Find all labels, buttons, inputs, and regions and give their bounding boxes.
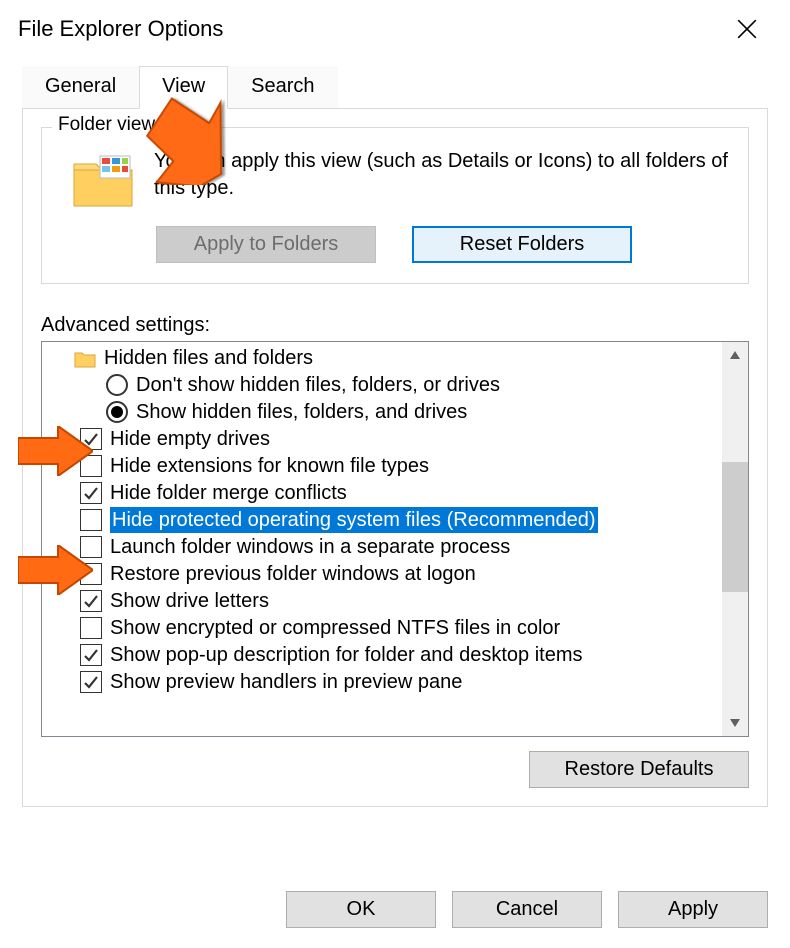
- folder-icon: [72, 154, 136, 210]
- folder-icon: [74, 350, 96, 368]
- tab-strip: General View Search: [0, 58, 790, 109]
- window-title: File Explorer Options: [18, 16, 722, 42]
- option-row[interactable]: Show pop-up description for folder and d…: [48, 641, 722, 668]
- option-row[interactable]: Show encrypted or compressed NTFS files …: [48, 614, 722, 641]
- checkbox-input[interactable]: [80, 509, 102, 531]
- option-row[interactable]: Don't show hidden files, folders, or dri…: [48, 371, 722, 398]
- checkbox-input[interactable]: [80, 617, 102, 639]
- option-row[interactable]: Hide extensions for known file types: [48, 452, 722, 479]
- option-row[interactable]: Hide protected operating system files (R…: [48, 506, 722, 533]
- option-label: Show drive letters: [110, 588, 269, 614]
- option-label: Restore previous folder windows at logon: [110, 561, 476, 587]
- view-panel: Folder views You can apply this view (su…: [22, 108, 768, 807]
- close-icon: [736, 18, 758, 40]
- option-label: Hide extensions for known file types: [110, 453, 429, 479]
- scroll-up-arrow-icon[interactable]: [722, 342, 748, 368]
- option-row[interactable]: Launch folder windows in a separate proc…: [48, 533, 722, 560]
- option-label: Don't show hidden files, folders, or dri…: [136, 372, 500, 398]
- ok-button[interactable]: OK: [286, 891, 436, 928]
- option-label: Hide empty drives: [110, 426, 270, 452]
- option-row[interactable]: Show preview handlers in preview pane: [48, 668, 722, 695]
- apply-to-folders-button: Apply to Folders: [156, 226, 376, 263]
- option-label: Hide protected operating system files (R…: [110, 507, 598, 533]
- option-row[interactable]: Hide folder merge conflicts: [48, 479, 722, 506]
- folder-views-legend: Folder views: [52, 114, 171, 136]
- option-label: Show preview handlers in preview pane: [110, 669, 462, 695]
- option-row[interactable]: Show hidden files, folders, and drives: [48, 398, 722, 425]
- tab-general[interactable]: General: [22, 66, 139, 109]
- checkbox-input[interactable]: [80, 563, 102, 585]
- checkbox-input[interactable]: [80, 482, 102, 504]
- scrollbar-thumb[interactable]: [722, 462, 748, 592]
- checkbox-input[interactable]: [80, 536, 102, 558]
- folder-views-group: Folder views You can apply this view (su…: [41, 127, 749, 284]
- option-label: Show pop-up description for folder and d…: [110, 642, 583, 668]
- radio-input[interactable]: [106, 374, 128, 396]
- option-label: Show encrypted or compressed NTFS files …: [110, 615, 560, 641]
- option-row[interactable]: Restore previous folder windows at logon: [48, 560, 722, 587]
- option-label: Hide folder merge conflicts: [110, 480, 347, 506]
- tab-search[interactable]: Search: [228, 66, 337, 109]
- option-row[interactable]: Show drive letters: [48, 587, 722, 614]
- option-row[interactable]: Hide empty drives: [48, 425, 722, 452]
- radio-input[interactable]: [106, 401, 128, 423]
- tree-group-label: Hidden files and folders: [104, 347, 313, 370]
- folder-views-description: You can apply this view (such as Details…: [154, 148, 732, 202]
- apply-button[interactable]: Apply: [618, 891, 768, 928]
- checkbox-input[interactable]: [80, 428, 102, 450]
- restore-defaults-button[interactable]: Restore Defaults: [529, 751, 749, 788]
- checkbox-input[interactable]: [80, 590, 102, 612]
- option-label: Show hidden files, folders, and drives: [136, 399, 467, 425]
- close-button[interactable]: [722, 4, 772, 54]
- scroll-down-arrow-icon[interactable]: [722, 710, 748, 736]
- title-bar: File Explorer Options: [0, 0, 790, 58]
- option-label: Launch folder windows in a separate proc…: [110, 534, 510, 560]
- dialog-button-row: OK Cancel Apply: [286, 891, 768, 928]
- checkbox-input[interactable]: [80, 644, 102, 666]
- checkbox-input[interactable]: [80, 455, 102, 477]
- tab-view[interactable]: View: [139, 66, 228, 109]
- tree-group-hidden-files: Hidden files and folders: [48, 346, 722, 371]
- cancel-button[interactable]: Cancel: [452, 891, 602, 928]
- reset-folders-button[interactable]: Reset Folders: [412, 226, 632, 263]
- scrollbar-track[interactable]: [722, 342, 748, 736]
- advanced-settings-label: Advanced settings:: [41, 314, 749, 337]
- checkbox-input[interactable]: [80, 671, 102, 693]
- advanced-settings-list[interactable]: Hidden files and foldersDon't show hidde…: [41, 341, 749, 737]
